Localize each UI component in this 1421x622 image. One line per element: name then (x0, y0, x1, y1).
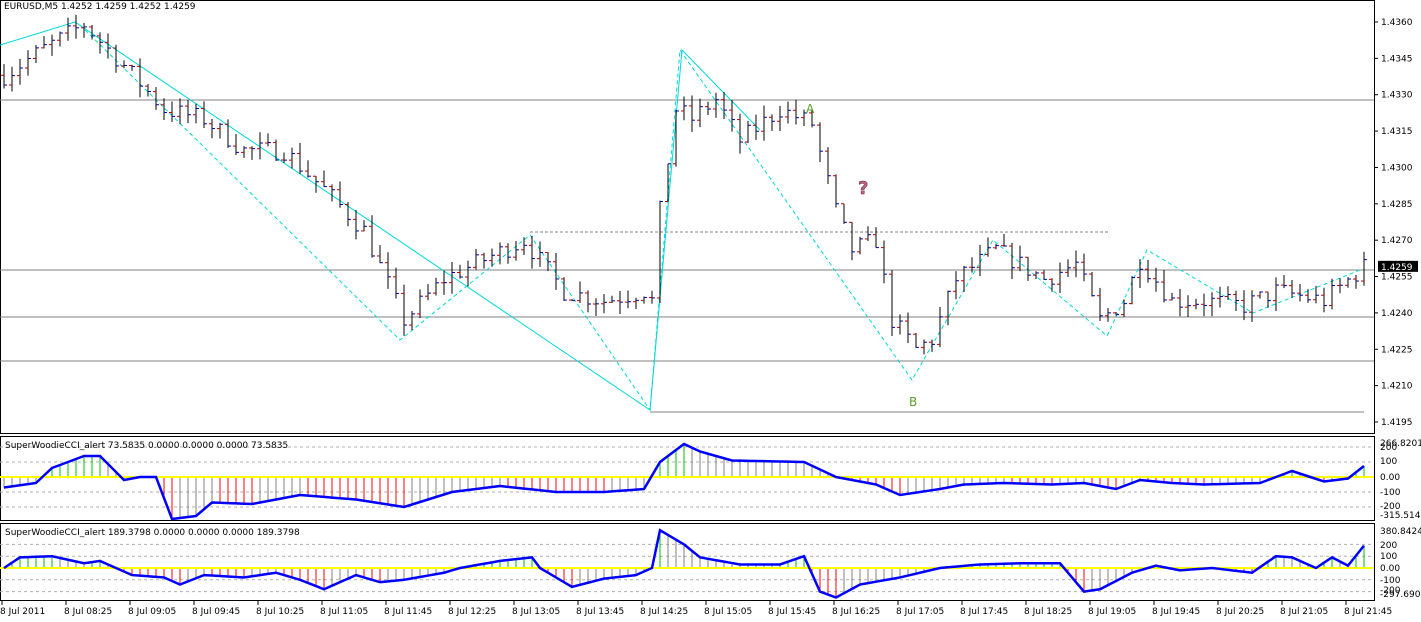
time-tick-label: 8 Jul 17:05 (896, 607, 944, 617)
time-tick-label: 8 Jul 13:05 (512, 607, 560, 617)
time-tick-label: 8 Jul 11:05 (320, 607, 368, 617)
price-tick-label: 1.4270 (1381, 236, 1413, 246)
time-tick-label: 8 Jul 20:25 (1216, 607, 1264, 617)
time-tick-label: 8 Jul 21:05 (1280, 607, 1328, 617)
time-tick-label: 8 Jul 09:05 (128, 607, 176, 617)
price-tick-label: 1.4240 (1381, 309, 1413, 319)
price-tick-label: 1.4210 (1381, 382, 1413, 392)
cci-axis-label: 380.8424 (1380, 527, 1421, 537)
annotation-question-mark: ? (858, 178, 868, 199)
annotation-b: B (909, 395, 917, 409)
cci-axis-label: -315.514 (1380, 511, 1421, 521)
time-tick-label: 8 Jul 11:45 (384, 607, 432, 617)
time-tick-label: 8 Jul 19:45 (1152, 607, 1200, 617)
zigzag-dashed-line (79, 24, 1361, 412)
cci-indicator-title: SuperWoodieCCI_alert 73.5835 0.0000 0.00… (5, 441, 288, 451)
time-tick-label: 8 Jul 10:25 (256, 607, 304, 617)
current-price-label: 1.4259 (1381, 263, 1413, 273)
price-tick-label: 1.4360 (1381, 18, 1413, 28)
chart-canvas[interactable]: 1.4360 1.4345 1.4330 1.4315 1.4300 1.4285 1.42… (0, 0, 1421, 622)
time-tick-label: 8 Jul 14:25 (640, 607, 688, 617)
price-tick-label: 1.4195 (1381, 418, 1413, 428)
time-tick-label: 8 Jul 18:25 (1024, 607, 1072, 617)
price-tick-label: 1.4285 (1381, 200, 1413, 210)
time-tick-label: 8 Jul 19:05 (1088, 607, 1136, 617)
time-tick-label: 8 Jul 09:45 (192, 607, 240, 617)
time-tick-label: 8 Jul 12:25 (448, 607, 496, 617)
annotation-a: A (806, 102, 815, 116)
cci-axis-label: -100 (1380, 488, 1401, 498)
price-tick-label: 1.4345 (1381, 54, 1413, 64)
cci-axis-label: 200 (1380, 443, 1397, 453)
cci-axis-label: -297.690 (1380, 590, 1421, 600)
price-tick-label: 1.4300 (1381, 163, 1413, 173)
time-tick-label: 8 Jul 17:45 (960, 607, 1008, 617)
price-tick-label: 1.4225 (1381, 345, 1413, 355)
time-tick-label: 8 Jul 2011 (0, 607, 45, 617)
price-tick-label: 1.4315 (1381, 127, 1413, 137)
cci-axis-label: 100 (1380, 552, 1397, 562)
symbol-header: EURUSD,M5 1.4252 1.4259 1.4252 1.4259 (4, 2, 196, 12)
time-tick-label: 8 Jul 21:45 (1344, 607, 1392, 617)
time-tick-label: 8 Jul 08:25 (64, 607, 112, 617)
cci-axis-label: -100 (1380, 576, 1401, 586)
main-panel-frame (0, 0, 1375, 434)
time-tick-label: 8 Jul 13:45 (576, 607, 624, 617)
time-tick-label: 8 Jul 15:05 (704, 607, 752, 617)
cci-indicator-title: SuperWoodieCCI_alert 189.3798 0.0000 0.0… (5, 528, 300, 538)
zigzag-solid-line (0, 21, 761, 411)
cci-axis-label: 0.00 (1380, 564, 1400, 574)
time-tick-label: 8 Jul 16:25 (832, 607, 880, 617)
cci-axis-label: 100 (1380, 457, 1397, 467)
cci-axis-label: 0.00 (1380, 473, 1400, 483)
price-tick-label: 1.4330 (1381, 91, 1413, 101)
cci-axis-label: 200 (1380, 541, 1397, 551)
time-tick-label: 8 Jul 15:45 (768, 607, 816, 617)
price-tick-label: 1.4255 (1381, 273, 1413, 283)
